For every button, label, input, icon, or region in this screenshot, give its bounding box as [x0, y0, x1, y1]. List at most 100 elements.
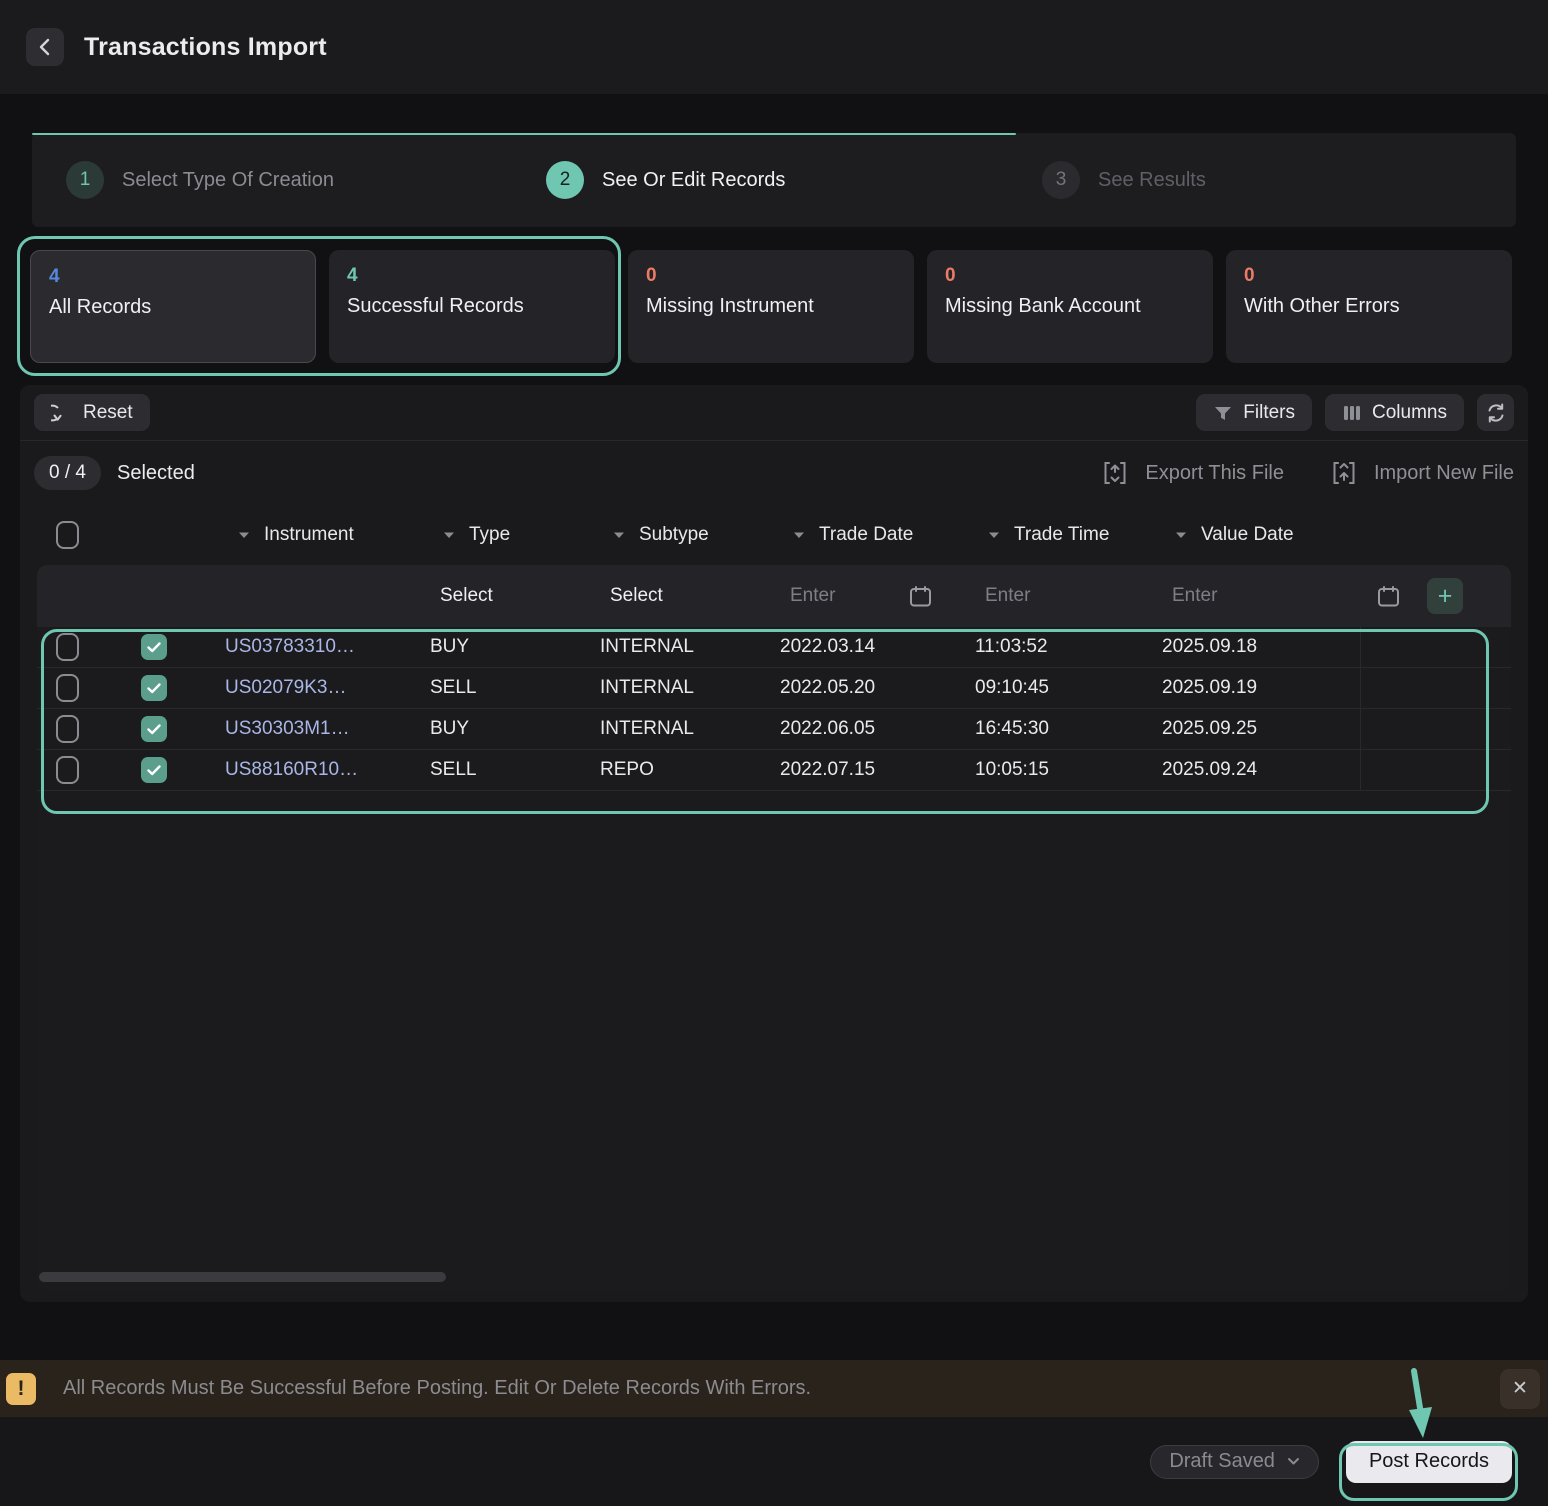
- row-included-checkbox[interactable]: [141, 716, 167, 742]
- selection-bar: 0 / 4 Selected Export This File Import N…: [20, 441, 1528, 505]
- card-label: With Other Errors: [1244, 295, 1494, 318]
- step-see-results[interactable]: 3 See Results: [1042, 161, 1206, 199]
- value-date-cell[interactable]: 2025.09.25: [1162, 718, 1360, 740]
- card-missing-bank-account[interactable]: 0 Missing Bank Account: [927, 250, 1213, 363]
- row-included-checkbox[interactable]: [141, 675, 167, 701]
- column-label: Value Date: [1201, 524, 1294, 546]
- page-title: Transactions Import: [84, 33, 327, 62]
- card-count: 0: [945, 265, 1195, 287]
- row-checkbox[interactable]: [56, 715, 79, 743]
- chevron-down-icon[interactable]: [1174, 530, 1188, 540]
- column-label: Subtype: [639, 524, 709, 546]
- warning-icon: !: [6, 1373, 36, 1405]
- column-header-value-date[interactable]: Value Date: [1162, 524, 1360, 546]
- trade-time-cell[interactable]: 10:05:15: [975, 759, 1162, 781]
- trade-time-cell[interactable]: 09:10:45: [975, 677, 1162, 699]
- columns-button[interactable]: Columns: [1325, 394, 1464, 431]
- trade-date-cell[interactable]: 2022.03.14: [780, 636, 975, 658]
- warning-banner: ! All Records Must Be Successful Before …: [0, 1360, 1548, 1417]
- card-label: Successful Records: [347, 295, 597, 318]
- column-header-trade-time[interactable]: Trade Time: [975, 524, 1162, 546]
- select-all-checkbox[interactable]: [56, 521, 79, 549]
- back-button[interactable]: [26, 28, 64, 66]
- column-header-subtype[interactable]: Subtype: [600, 524, 780, 546]
- value-date-cell[interactable]: 2025.09.18: [1162, 636, 1360, 658]
- column-header-trade-date[interactable]: Trade Date: [780, 524, 975, 546]
- value-date-cell[interactable]: 2025.09.19: [1162, 677, 1360, 699]
- type-cell[interactable]: SELL: [430, 759, 600, 781]
- step-see-or-edit-records[interactable]: 2 See Or Edit Records: [546, 161, 785, 199]
- row-checkbox[interactable]: [56, 674, 79, 702]
- subtype-cell[interactable]: INTERNAL: [600, 677, 780, 699]
- row-included-checkbox[interactable]: [141, 634, 167, 660]
- table-row[interactable]: US30303M1… BUY INTERNAL 2022.06.05 16:45…: [37, 709, 1511, 750]
- column-header-type[interactable]: Type: [430, 524, 600, 546]
- column-header-instrument[interactable]: Instrument: [225, 524, 430, 546]
- type-cell[interactable]: SELL: [430, 677, 600, 699]
- stepper-progress-line: [32, 133, 1016, 135]
- chevron-down-icon[interactable]: [792, 530, 806, 540]
- trade-date-cell[interactable]: 2022.05.20: [780, 677, 975, 699]
- card-label: Missing Instrument: [646, 295, 896, 318]
- instrument-link[interactable]: US30303M1…: [225, 718, 430, 740]
- filters-button[interactable]: Filters: [1196, 394, 1312, 431]
- filter-funnel-icon: [1213, 403, 1233, 423]
- columns-label: Columns: [1372, 402, 1447, 424]
- chevron-down-icon[interactable]: [237, 530, 251, 540]
- columns-icon: [1342, 403, 1362, 423]
- table-row[interactable]: US88160R10… SELL REPO 2022.07.15 10:05:1…: [37, 750, 1511, 791]
- subtype-cell[interactable]: INTERNAL: [600, 636, 780, 658]
- table-row[interactable]: US03783310… BUY INTERNAL 2022.03.14 11:0…: [37, 627, 1511, 668]
- selected-count-badge: 0 / 4: [34, 456, 101, 490]
- value-date-filter-input[interactable]: Enter: [1162, 585, 1360, 607]
- reset-button[interactable]: Reset: [34, 394, 150, 431]
- step-select-type[interactable]: 1 Select Type Of Creation: [66, 161, 334, 199]
- step-label: Select Type Of Creation: [122, 169, 334, 192]
- instrument-link[interactable]: US03783310…: [225, 636, 430, 658]
- trade-time-cell[interactable]: 11:03:52: [975, 636, 1162, 658]
- trade-date-cell[interactable]: 2022.06.05: [780, 718, 975, 740]
- add-record-button[interactable]: +: [1427, 578, 1463, 614]
- trade-time-cell[interactable]: 16:45:30: [975, 718, 1162, 740]
- value-date-cell[interactable]: 2025.09.24: [1162, 759, 1360, 781]
- subtype-filter-select[interactable]: Select: [600, 585, 780, 607]
- subtype-cell[interactable]: INTERNAL: [600, 718, 780, 740]
- post-records-button[interactable]: Post Records: [1346, 1441, 1512, 1483]
- chevron-down-icon[interactable]: [442, 530, 456, 540]
- export-file-icon: [1103, 460, 1127, 486]
- summary-cards: 4 All Records 4 Successful Records 0 Mis…: [30, 250, 1512, 363]
- row-checkbox[interactable]: [56, 633, 79, 661]
- subtype-cell[interactable]: REPO: [600, 759, 780, 781]
- refresh-button[interactable]: [1477, 394, 1514, 431]
- type-cell[interactable]: BUY: [430, 636, 600, 658]
- trade-time-filter-input[interactable]: Enter: [975, 585, 1162, 607]
- card-with-other-errors[interactable]: 0 With Other Errors: [1226, 250, 1512, 363]
- type-filter-select[interactable]: Select: [430, 585, 600, 607]
- chevron-down-icon[interactable]: [987, 530, 1001, 540]
- row-checkbox[interactable]: [56, 756, 79, 784]
- horizontal-scrollbar[interactable]: [39, 1272, 446, 1282]
- card-successful-records[interactable]: 4 Successful Records: [329, 250, 615, 363]
- calendar-icon[interactable]: [1376, 584, 1401, 609]
- type-cell[interactable]: BUY: [430, 718, 600, 740]
- card-count: 0: [1244, 265, 1494, 287]
- table-filter-row: Select Select Enter Enter Enter +: [37, 565, 1511, 627]
- step-label: See Results: [1098, 169, 1206, 192]
- row-included-checkbox[interactable]: [141, 757, 167, 783]
- close-warning-button[interactable]: ✕: [1500, 1369, 1540, 1409]
- trade-date-cell[interactable]: 2022.07.15: [780, 759, 975, 781]
- card-missing-instrument[interactable]: 0 Missing Instrument: [628, 250, 914, 363]
- table-body: Select Select Enter Enter Enter + US0378…: [37, 565, 1511, 1290]
- step-label: See Or Edit Records: [602, 169, 785, 192]
- calendar-icon[interactable]: [908, 584, 933, 609]
- card-count: 0: [646, 265, 896, 287]
- chevron-down-icon[interactable]: [612, 530, 626, 540]
- card-all-records[interactable]: 4 All Records: [30, 250, 316, 363]
- trade-date-filter-input[interactable]: Enter: [790, 585, 835, 607]
- instrument-link[interactable]: US02079K3…: [225, 677, 430, 699]
- export-this-file-button[interactable]: Export This File: [1103, 460, 1284, 486]
- instrument-link[interactable]: US88160R10…: [225, 759, 430, 781]
- draft-saved-button[interactable]: Draft Saved: [1150, 1445, 1319, 1479]
- import-new-file-button[interactable]: Import New File: [1332, 460, 1514, 486]
- table-row[interactable]: US02079K3… SELL INTERNAL 2022.05.20 09:1…: [37, 668, 1511, 709]
